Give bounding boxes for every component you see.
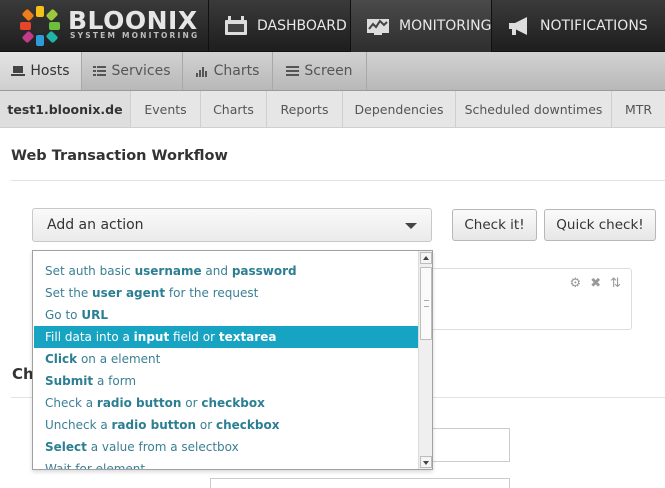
brand-logo[interactable]: BLOONIX SYSTEM MONITORING [0, 0, 208, 52]
option-keyword: password [231, 264, 297, 278]
add-action-select[interactable]: Add an action [32, 208, 432, 242]
scroll-down-arrow-icon[interactable] [420, 456, 432, 468]
option-text: a value from a selectbox [86, 440, 239, 454]
option-text: or [181, 396, 202, 410]
action-option[interactable]: Select a value from a selectbox [34, 436, 418, 458]
tab-screen[interactable]: Screen [273, 52, 367, 90]
option-text: Go to [45, 308, 82, 322]
tab-host-charts[interactable]: Charts [201, 91, 267, 127]
action-option[interactable]: Check a radio button or checkbox [34, 392, 418, 414]
tab-mtr[interactable]: MTR [612, 91, 665, 127]
action-panel: ⚙ ✖ ⇅ [420, 268, 632, 330]
option-text: for the request [165, 286, 259, 300]
dashboard-icon [224, 16, 248, 36]
tab-scheduled-downtimes[interactable]: Scheduled downtimes [456, 91, 612, 127]
gear-icon[interactable]: ⚙ [570, 276, 582, 291]
select-value: Add an action [47, 217, 144, 233]
list-icon [93, 65, 107, 77]
bloonix-logo-icon [20, 6, 60, 46]
action-option[interactable]: Click on a element [34, 348, 418, 370]
action-option[interactable]: Set the user agent for the request [34, 282, 418, 304]
action-option[interactable]: Go to URL [34, 304, 418, 326]
tab-services[interactable]: Services [82, 52, 183, 90]
action-option[interactable]: Uncheck a radio button or checkbox [34, 414, 418, 436]
sort-icon[interactable]: ⇅ [610, 276, 621, 291]
scroll-up-arrow-icon[interactable] [420, 252, 432, 264]
topnav-label: MONITORING [399, 18, 492, 34]
action-option[interactable]: Submit a form [34, 370, 418, 392]
caret-down-icon [405, 223, 417, 229]
bar-chart-icon [195, 65, 209, 77]
option-keyword: radio button [111, 418, 197, 432]
tab-label: Screen [304, 63, 353, 79]
brand-tagline: SYSTEM MONITORING [70, 31, 200, 40]
divider [11, 180, 665, 181]
option-text: and [201, 264, 232, 278]
option-keyword: input [133, 330, 170, 344]
option-text: Fill data into a [45, 330, 134, 344]
topnav-label: DASHBOARD [257, 18, 347, 34]
option-keyword: Select [45, 440, 87, 454]
topnav-dashboard[interactable]: DASHBOARD [208, 0, 350, 52]
tab-label: Hosts [30, 63, 70, 79]
option-text: field or [169, 330, 219, 344]
option-text: Set the [45, 286, 93, 300]
monitoring-icon [366, 16, 390, 36]
quick-check-button[interactable]: Quick check! [544, 209, 656, 241]
tab-charts[interactable]: Charts [183, 52, 273, 90]
option-keyword: Click [45, 352, 78, 366]
tab-label: Services [111, 63, 171, 79]
option-text: Set auth basic [45, 264, 135, 278]
option-keyword: URL [81, 308, 108, 322]
tab-reports[interactable]: Reports [267, 91, 343, 127]
option-text: Uncheck a [45, 418, 112, 432]
topnav-label: NOTIFICATIONS [540, 18, 648, 34]
scrollbar-thumb[interactable] [420, 267, 432, 340]
screen-list-icon [286, 65, 300, 77]
tab-events[interactable]: Events [131, 91, 201, 127]
panel-controls: ⚙ ✖ ⇅ [570, 276, 621, 291]
check-it-button[interactable]: Check it! [452, 209, 537, 241]
text-input[interactable] [210, 478, 510, 488]
action-option[interactable]: Wait for element [34, 458, 418, 470]
action-option[interactable]: Set auth basic username and password [34, 260, 418, 282]
option-keyword: checkbox [201, 396, 265, 410]
option-keyword: user agent [92, 286, 166, 300]
tab-host-name[interactable]: test1.bloonix.de [0, 91, 131, 127]
option-keyword: textarea [218, 330, 277, 344]
option-text: a form [93, 374, 137, 388]
tab-hosts[interactable]: Hosts [0, 52, 82, 90]
laptop-icon [11, 65, 26, 77]
option-text: Check a [45, 396, 97, 410]
topnav-monitoring[interactable]: MONITORING [350, 0, 491, 52]
page-title: Web Transaction Workflow [11, 148, 228, 164]
option-keyword: radio button [96, 396, 182, 410]
tab-label: Charts [213, 63, 260, 79]
option-keyword: username [134, 264, 202, 278]
option-text: Wait for element [45, 462, 146, 470]
dropdown-scrollbar[interactable] [418, 251, 432, 469]
tab-dependencies[interactable]: Dependencies [343, 91, 456, 127]
option-keyword: Submit [45, 374, 94, 388]
option-text: on a element [77, 352, 161, 366]
close-icon[interactable]: ✖ [590, 276, 601, 291]
host-tabs: test1.bloonix.de Events Charts Reports D… [0, 91, 665, 128]
section-tabs: Hosts Services Charts Screen [0, 52, 665, 91]
section-heading: Ch [12, 365, 34, 383]
option-keyword: checkbox [215, 418, 280, 432]
action-option[interactable]: Fill data into a input field or textarea [34, 326, 418, 348]
topnav-notifications[interactable]: NOTIFICATIONS [491, 0, 665, 52]
top-navigation-bar: BLOONIX SYSTEM MONITORING DASHBOARD MONI… [0, 0, 665, 52]
action-dropdown-list: Wait for element Select a value from a se… [32, 250, 433, 470]
megaphone-icon [507, 16, 531, 36]
option-text: or [196, 418, 216, 432]
